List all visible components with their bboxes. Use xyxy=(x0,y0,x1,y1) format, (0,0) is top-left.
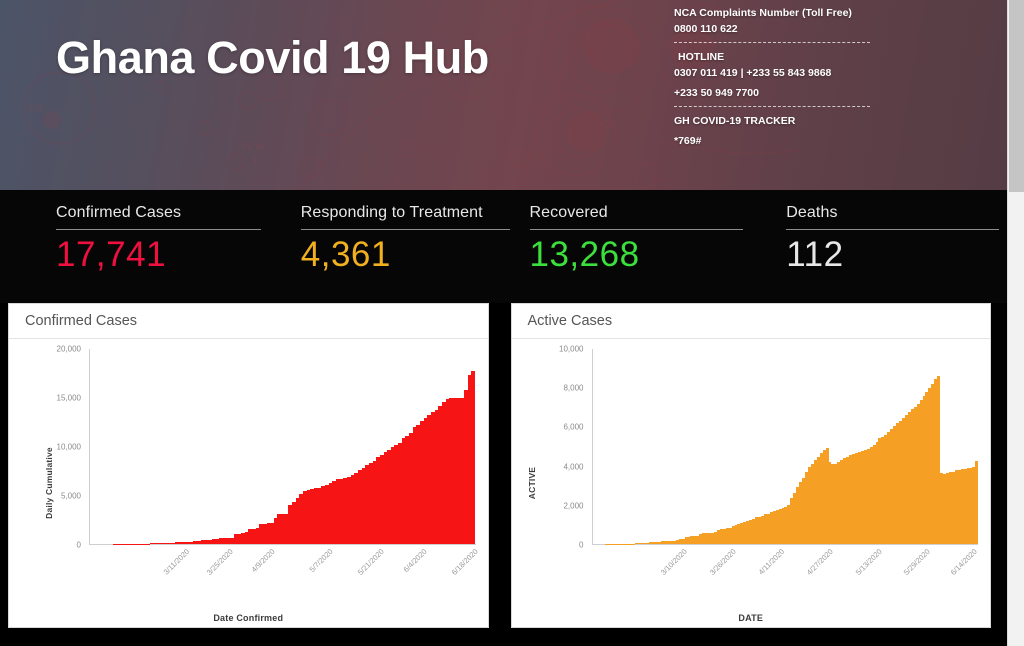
x-axis-title: DATE xyxy=(738,613,764,623)
stat-value: 4,361 xyxy=(300,235,391,274)
chart-card-confirmed-cases: Confirmed Cases Daily Cumulative Date Conf… xyxy=(8,303,489,628)
chart-card-active-cases: Active Cases ACTIVE DATE 0 2,000 4,000 6,000 8,… xyxy=(510,303,991,628)
page-title: Ghana Covid 19 Hub xyxy=(56,32,489,83)
y-tick-label: 5,000 xyxy=(60,491,81,501)
x-tick-label: 3/26/2020 xyxy=(707,547,738,577)
stat-divider xyxy=(529,229,743,230)
x-tick-label: 4/27/2020 xyxy=(804,547,835,577)
dashboard-page: P 100+ W.W. 1 25 RS Ghana Covid 19 Hub N… xyxy=(0,0,1024,646)
bar xyxy=(975,461,979,544)
x-tick-label: 3/25/2020 xyxy=(205,547,236,577)
x-axis-ticks: 3/11/2020 3/25/2020 4/9/2020 5/7/2020 5/21/2… xyxy=(140,544,480,614)
bar xyxy=(471,371,475,544)
contact-info-block: NCA Complaints Number (Toll Free) 0800 1… xyxy=(674,7,994,152)
x-tick-label: 6/14/2020 xyxy=(949,547,980,577)
x-axis-title: Date Confirmed xyxy=(213,613,284,623)
nca-complaints-label: NCA Complaints Number (Toll Free) xyxy=(674,7,852,19)
tracker-label: GH COVID-19 TRACKER xyxy=(674,115,796,128)
svg-text:RS: RS xyxy=(28,103,43,115)
svg-text:1: 1 xyxy=(252,155,258,167)
stat-card-deaths: Deaths 112 xyxy=(750,204,1007,303)
page-scrollbar[interactable] xyxy=(1007,0,1024,646)
chart-card-title: Confirmed Cases xyxy=(9,304,488,339)
y-axis-ticks: 0 2,000 4,000 6,000 8,000 10,000 xyxy=(542,345,588,550)
y-tick-label: 10,000 xyxy=(56,442,81,452)
x-tick-label: 5/13/2020 xyxy=(853,547,884,577)
stat-value: 112 xyxy=(786,235,844,274)
stat-value: 17,741 xyxy=(56,235,167,274)
y-tick-label: 2,000 xyxy=(563,501,584,511)
stat-label: Recovered xyxy=(529,204,608,221)
x-tick-label: 6/18/2020 xyxy=(450,547,481,577)
stat-divider xyxy=(300,229,510,230)
page-scrollbar-thumb[interactable] xyxy=(1009,0,1024,192)
svg-text:W.W.: W.W. xyxy=(242,141,268,153)
stat-card-responding-to-treatment: Responding to Treatment 4,361 xyxy=(277,204,522,303)
stat-card-confirmed-cases: Confirmed Cases 17,741 xyxy=(0,204,277,303)
x-axis-ticks: 3/10/2020 3/26/2020 4/11/2020 4/27/2020 5/13… xyxy=(643,544,979,614)
x-tick-label: 5/7/2020 xyxy=(307,547,335,575)
stat-card-recovered: Recovered 13,268 xyxy=(522,204,751,303)
y-tick-label: 8,000 xyxy=(563,383,584,393)
y-tick-label: 10,000 xyxy=(559,344,584,354)
axis-area: 0 5,000 10,000 15,000 20,000 3/11/2020 3/25/20… xyxy=(39,345,480,577)
axis-area: 0 2,000 4,000 6,000 8,000 10,000 3/10/2020 3/26… xyxy=(542,345,979,577)
stat-label: Confirmed Cases xyxy=(56,204,182,221)
y-tick-label: 6,000 xyxy=(563,422,584,432)
x-tick-label: 6/4/2020 xyxy=(401,547,429,575)
plot-area: 3/10/2020 3/26/2020 4/11/2020 4/27/2020 5/13… xyxy=(591,349,979,577)
stat-label: Deaths xyxy=(786,204,838,221)
contact-divider-2 xyxy=(674,106,870,108)
stat-value: 13,268 xyxy=(529,235,640,274)
y-tick-label: 4,000 xyxy=(563,462,584,472)
y-axis-title: ACTIVE xyxy=(526,466,537,500)
stat-divider xyxy=(56,229,261,230)
x-tick-label: 3/10/2020 xyxy=(658,547,689,577)
bar-series xyxy=(91,349,476,544)
x-tick-label: 5/29/2020 xyxy=(902,547,933,577)
y-tick-label: 20,000 xyxy=(56,344,81,354)
plot: ACTIVE DATE 0 2,000 4,000 6,000 8,000 10,000 3/1… xyxy=(512,339,991,627)
chart-body: Daily Cumulative Date Confirmed 0 5,000 10,0… xyxy=(9,339,488,627)
tracker-code: *769# xyxy=(674,135,702,148)
svg-text:25: 25 xyxy=(604,119,616,131)
x-tick-label: 3/11/2020 xyxy=(161,547,191,577)
plot-area: 3/11/2020 3/25/2020 4/9/2020 5/7/2020 5/21/2… xyxy=(89,349,480,577)
x-tick-label: 5/21/2020 xyxy=(356,547,387,577)
hotline-label: HOTLINE xyxy=(678,51,725,64)
nca-complaints-number: 0800 110 622 xyxy=(674,23,738,36)
chart-card-title: Active Cases xyxy=(511,304,990,339)
hotline-numbers: 0307 011 419 | +233 55 843 9868 xyxy=(674,67,832,80)
x-tick-label: 4/9/2020 xyxy=(249,547,277,575)
chart-body: ACTIVE DATE 0 2,000 4,000 6,000 8,000 10,000 3/1… xyxy=(512,339,991,627)
y-axis-ticks: 0 5,000 10,000 15,000 20,000 xyxy=(39,345,85,550)
plot: Daily Cumulative Date Confirmed 0 5,000 10,0… xyxy=(9,339,488,627)
y-tick-label: 0 xyxy=(76,540,81,550)
contact-divider-1 xyxy=(674,42,870,44)
stat-divider xyxy=(786,229,1000,230)
hotline-extra-number: +233 50 949 7700 xyxy=(674,87,759,100)
page-header: P 100+ W.W. 1 25 RS Ghana Covid 19 Hub N… xyxy=(0,0,1007,190)
y-tick-label: 15,000 xyxy=(56,393,81,403)
bar-series xyxy=(593,349,979,544)
stat-label: Responding to Treatment xyxy=(300,204,483,221)
y-tick-label: 0 xyxy=(579,540,584,550)
summary-stats-bar: Confirmed Cases 17,741 Responding to Treat… xyxy=(0,190,1007,303)
charts-row: Confirmed Cases Daily Cumulative Date Conf… xyxy=(0,303,1007,646)
x-tick-label: 4/11/2020 xyxy=(756,547,786,577)
